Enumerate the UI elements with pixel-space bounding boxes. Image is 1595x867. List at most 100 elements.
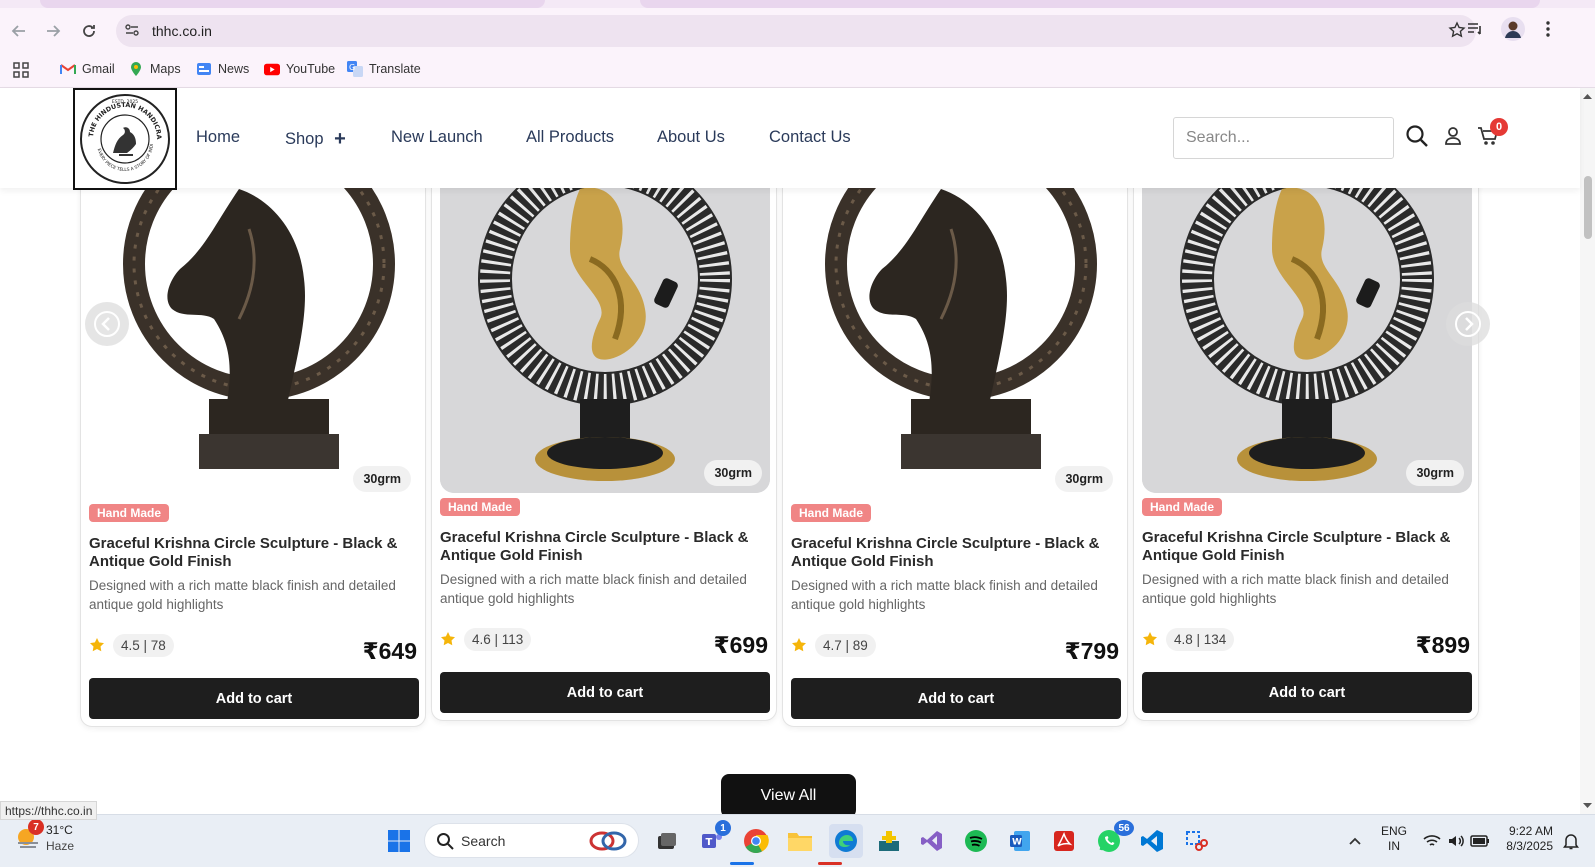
handmade-badge: Hand Made: [89, 504, 170, 522]
menu-kebab-icon[interactable]: [1540, 20, 1556, 43]
product-title[interactable]: Graceful Krishna Circle Sculpture - Blac…: [89, 535, 409, 571]
product-price: ₹699: [713, 632, 768, 658]
language-indicator[interactable]: ENG IN: [1381, 824, 1407, 854]
bookmarks-bar: Gmail Maps News YouTube G Translate: [0, 54, 1595, 88]
view-all-button[interactable]: View All: [721, 774, 856, 814]
browser-tab[interactable]: [640, 0, 1540, 8]
forward-button[interactable]: [40, 18, 66, 44]
address-bar[interactable]: thhc.co.in: [116, 15, 1476, 47]
search-icon[interactable]: [1405, 124, 1429, 153]
nav-contact-us[interactable]: Contact Us: [769, 128, 851, 147]
user-account-icon[interactable]: [1443, 126, 1463, 151]
windows-start-icon[interactable]: [384, 826, 414, 856]
browser-tab[interactable]: [40, 0, 545, 8]
spotify-icon[interactable]: [961, 826, 991, 856]
product-title[interactable]: Graceful Krishna Circle Sculpture - Blac…: [440, 529, 760, 565]
weather-widget[interactable]: 7 31°C Haze: [14, 819, 74, 856]
news-icon: [196, 61, 212, 77]
tab-strip: [0, 0, 1595, 8]
apps-grid-icon[interactable]: [12, 61, 30, 79]
forward-arrow-icon: [47, 25, 61, 37]
product-image-horse[interactable]: [89, 188, 419, 489]
reading-list-icon[interactable]: [1466, 20, 1484, 43]
product-weight-tag: 30grm: [353, 466, 411, 492]
site-search-input[interactable]: Search...: [1173, 117, 1394, 159]
bookmark-maps[interactable]: Maps: [128, 61, 181, 77]
task-view-icon[interactable]: [652, 826, 682, 856]
rating-value: 4.8 | 134: [1166, 627, 1235, 651]
product-price: ₹649: [362, 638, 417, 664]
reload-icon: [83, 25, 95, 37]
product-image-horse[interactable]: [791, 188, 1121, 497]
search-highlight-icon: [589, 831, 627, 851]
vscode-icon[interactable]: [1137, 826, 1167, 856]
link-status-bar: https://thhc.co.in: [0, 801, 98, 820]
taskbar-search-label: Search: [461, 833, 506, 849]
bookmark-star-icon[interactable]: [1448, 21, 1466, 44]
product-title[interactable]: Graceful Krishna Circle Sculpture - Blac…: [1142, 529, 1462, 565]
url-text[interactable]: thhc.co.in: [152, 23, 212, 39]
product-description: Designed with a rich matte black finish …: [791, 578, 1098, 612]
rating-value: 4.6 | 113: [464, 627, 532, 651]
bookmark-label: News: [218, 62, 250, 76]
notification-center-icon[interactable]: [1556, 826, 1586, 856]
nav-about-us[interactable]: About Us: [657, 128, 725, 147]
handmade-badge: Hand Made: [440, 498, 521, 516]
svg-text:T: T: [706, 837, 713, 848]
file-explorer-icon[interactable]: [785, 826, 815, 856]
nav-all-products[interactable]: All Products: [526, 128, 614, 147]
clock[interactable]: 9:22 AM 8/3/2025: [1495, 824, 1553, 854]
product-weight-tag: 30grm: [704, 460, 762, 486]
app-icon-kiosk[interactable]: [874, 826, 904, 856]
carousel-prev-button[interactable]: [85, 302, 129, 346]
nav-new-launch[interactable]: New Launch: [391, 128, 483, 147]
bookmark-youtube[interactable]: YouTube: [264, 61, 335, 77]
bookmark-gmail[interactable]: Gmail: [60, 61, 115, 77]
back-button[interactable]: [6, 18, 32, 44]
battery-icon[interactable]: [1465, 826, 1495, 856]
site-logo[interactable]: THE HINDUSTAN HANDICRAFT COMPANY EVERY P…: [73, 88, 177, 190]
snipping-tool-icon[interactable]: [1181, 826, 1211, 856]
product-price: ₹899: [1415, 632, 1470, 658]
bookmark-news[interactable]: News: [196, 61, 249, 77]
nav-home[interactable]: Home: [196, 128, 240, 147]
scrollbar-thumb[interactable]: [1584, 176, 1592, 239]
chrome-icon[interactable]: [741, 826, 771, 856]
weather-temp: 31°C: [46, 823, 73, 837]
taskbar-search-box[interactable]: Search: [424, 823, 639, 858]
bookmark-translate[interactable]: G Translate: [347, 61, 421, 77]
add-to-cart-button[interactable]: Add to cart: [89, 678, 419, 719]
visual-studio-icon[interactable]: [917, 826, 947, 856]
product-title[interactable]: Graceful Krishna Circle Sculpture - Blac…: [791, 535, 1111, 571]
cart-count-badge: 0: [1490, 118, 1508, 136]
product-card[interactable]: 30grm Hand Made Graceful Krishna Circle …: [1133, 188, 1479, 721]
star-icon: [90, 638, 104, 652]
clock-date: 8/3/2025: [1506, 839, 1553, 853]
page-scrollbar[interactable]: [1580, 88, 1595, 814]
product-card[interactable]: 30grm Hand Made Graceful Krishna Circle …: [80, 188, 426, 727]
carousel-next-button[interactable]: [1446, 302, 1490, 346]
add-to-cart-button[interactable]: Add to cart: [791, 678, 1121, 719]
add-to-cart-button[interactable]: Add to cart: [440, 672, 770, 713]
profile-avatar[interactable]: [1501, 17, 1525, 46]
product-card[interactable]: 30grm Hand Made Graceful Krishna Circle …: [431, 188, 777, 721]
teams-icon[interactable]: T 1: [697, 820, 731, 856]
site-header: THE HINDUSTAN HANDICRAFT COMPANY EVERY P…: [0, 88, 1580, 190]
whatsapp-icon[interactable]: 56: [1094, 820, 1134, 856]
word-icon[interactable]: W: [1005, 826, 1035, 856]
nav-shop[interactable]: Shop +: [285, 128, 346, 151]
product-card[interactable]: 30grm Hand Made Graceful Krishna Circle …: [782, 188, 1128, 727]
acrobat-icon[interactable]: [1049, 826, 1079, 856]
reload-button[interactable]: [76, 18, 102, 44]
teams-badge: 1: [715, 820, 731, 836]
star-icon: [792, 638, 806, 652]
add-to-cart-button[interactable]: Add to cart: [1142, 672, 1472, 713]
product-carousel: 30grm Hand Made Graceful Krishna Circle …: [0, 188, 1580, 814]
site-info-icon[interactable]: [124, 22, 140, 43]
product-description: Designed with a rich matte black finish …: [89, 578, 396, 612]
svg-text:G: G: [349, 63, 355, 72]
product-image-krishna[interactable]: [440, 188, 770, 493]
product-image-krishna[interactable]: [1142, 188, 1472, 493]
show-hidden-icons-chevron-up-icon[interactable]: [1340, 826, 1370, 856]
edge-icon[interactable]: [829, 824, 863, 858]
